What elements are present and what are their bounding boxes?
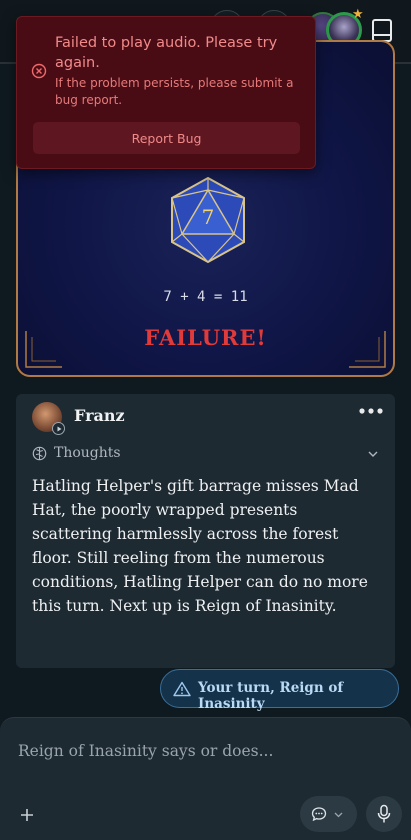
your-turn-label: Your turn, Reign of Inasinity — [198, 680, 344, 712]
action-input[interactable] — [18, 738, 388, 764]
toast-title: Failed to play audio. Please try again. — [55, 35, 278, 71]
play-badge-icon[interactable] — [52, 422, 65, 435]
microphone-icon — [377, 804, 391, 823]
message-author: Franz — [74, 406, 125, 425]
chevron-down-icon — [334, 812, 343, 818]
speech-bubble-icon — [311, 807, 327, 822]
toast-subtitle: If the problem persists, please submit a… — [55, 76, 294, 107]
narrator-message-card: Franz Thoughts Hatling Helper's gift bar… — [16, 394, 395, 668]
star-icon: ★ — [352, 7, 364, 22]
chevron-down-icon[interactable] — [367, 448, 379, 460]
warning-triangle-icon — [173, 681, 191, 697]
error-circle-icon — [31, 63, 47, 79]
error-toast: Failed to play audio. Please try again. … — [16, 16, 316, 169]
roll-equation: 7 + 4 = 11 — [163, 289, 248, 305]
message-composer — [0, 717, 411, 840]
message-body: Hatling Helper's gift barrage misses Mad… — [32, 477, 368, 615]
thoughts-label: Thoughts — [54, 445, 121, 461]
more-options-icon[interactable] — [358, 406, 384, 416]
microphone-button[interactable] — [366, 796, 402, 832]
brain-icon — [32, 446, 47, 461]
roll-result: FAILURE! — [144, 325, 267, 350]
your-turn-notice[interactable]: Your turn, Reign of Inasinity — [160, 669, 399, 712]
report-bug-button[interactable]: Report Bug — [33, 122, 300, 154]
die-value: 7 — [202, 205, 215, 229]
d20-die: 7 — [168, 176, 248, 264]
speech-mode-dropdown[interactable] — [300, 796, 357, 832]
plus-icon[interactable] — [14, 802, 40, 828]
thoughts-toggle[interactable]: Thoughts — [32, 444, 379, 464]
